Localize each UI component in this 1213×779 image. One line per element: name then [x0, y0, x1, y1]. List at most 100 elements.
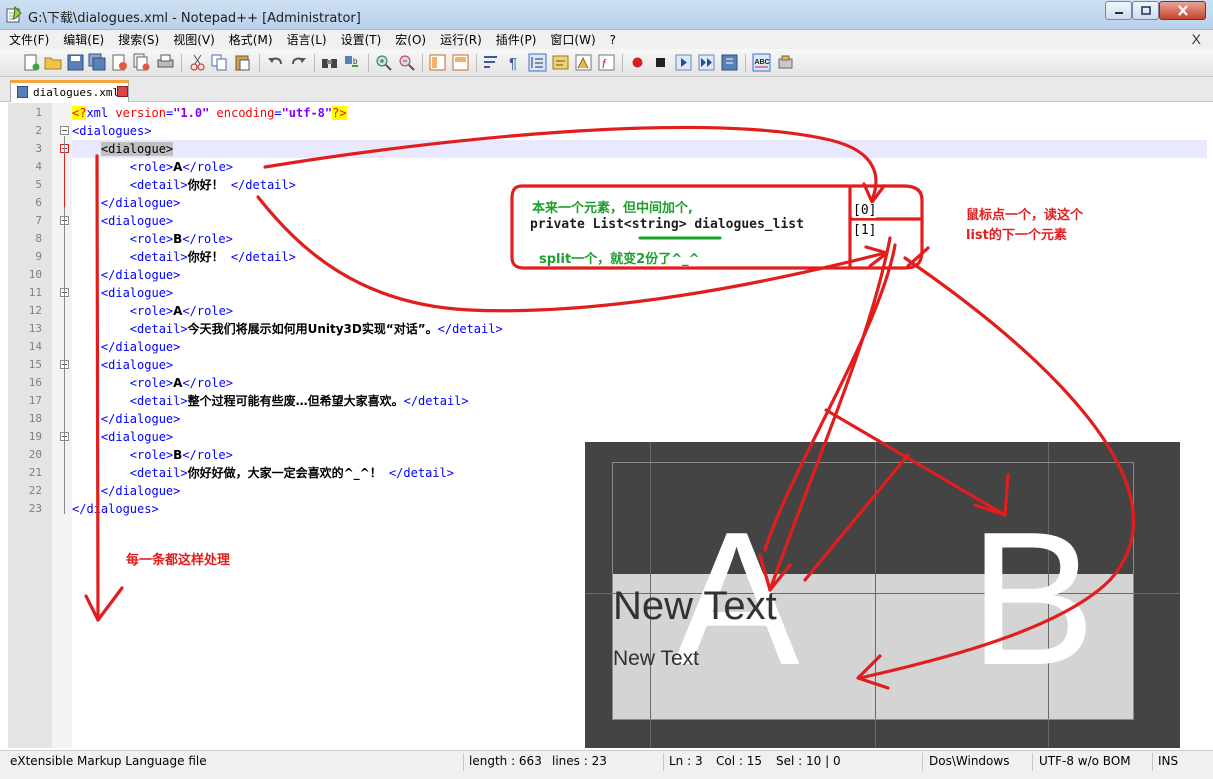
line-number: 20: [28, 448, 42, 461]
line-number: 16: [28, 376, 42, 389]
play-macro-icon[interactable]: [674, 53, 693, 72]
new-file-icon[interactable]: [22, 53, 41, 72]
status-encoding[interactable]: UTF-8 w/o BOM: [1039, 754, 1131, 768]
menu-format[interactable]: 格式(M): [229, 31, 273, 48]
tab-dialogues-xml[interactable]: dialogues.xml: [10, 80, 129, 102]
function-list-icon[interactable]: f: [597, 53, 616, 72]
code-line[interactable]: </dialogue>: [72, 266, 1207, 284]
undo-icon[interactable]: [266, 53, 285, 72]
code-token: "1.0": [173, 106, 210, 120]
print-icon[interactable]: [156, 53, 175, 72]
show-all-characters-icon[interactable]: ¶: [505, 53, 524, 72]
code-token: <dialogue>: [100, 358, 174, 372]
toolbar: b ¶ f ABC: [0, 49, 1213, 77]
replace-icon[interactable]: b: [343, 53, 362, 72]
user-language-icon[interactable]: [551, 53, 570, 72]
menu-run[interactable]: 运行(R): [440, 31, 482, 48]
code-token: <?: [72, 106, 87, 120]
indent-guide-icon[interactable]: [528, 53, 547, 72]
code-token: "utf-8": [281, 106, 333, 120]
menu-help[interactable]: ?: [610, 33, 616, 47]
maximize-button[interactable]: [1132, 1, 1159, 20]
spell-check-icon[interactable]: ABC: [752, 53, 771, 72]
save-all-icon[interactable]: [88, 53, 107, 72]
redo-icon[interactable]: [289, 53, 308, 72]
menu-window[interactable]: 窗口(W): [550, 31, 595, 48]
save-icon[interactable]: [66, 53, 85, 72]
code-token: <role>: [129, 160, 174, 174]
fold-margin: [52, 103, 72, 748]
copy-icon[interactable]: [210, 53, 229, 72]
code-line[interactable]: <detail>今天我们将展示如何用Unity3D实现“对话”。</detail…: [72, 320, 1207, 338]
menu-language[interactable]: 语言(L): [287, 31, 327, 48]
menu-search[interactable]: 搜索(S): [118, 31, 159, 48]
line-number: 13: [28, 322, 42, 335]
code-token: xml: [86, 106, 109, 120]
record-macro-icon[interactable]: [628, 53, 647, 72]
code-token: <dialogues>: [72, 124, 152, 138]
menu-bar: 文件(F) 编辑(E) 搜索(S) 视图(V) 格式(M) 语言(L) 设置(T…: [0, 30, 1213, 49]
minimize-icon: [1114, 11, 1123, 14]
paste-icon[interactable]: [233, 53, 252, 72]
close-file-icon[interactable]: [110, 53, 129, 72]
open-file-icon[interactable]: [44, 53, 63, 72]
code-token: 你好！: [187, 178, 224, 192]
minimize-button[interactable]: [1105, 1, 1132, 20]
close-all-icon[interactable]: [132, 53, 151, 72]
code-line[interactable]: <detail>整个过程可能有些废…但希望大家喜欢。</detail>: [72, 392, 1207, 410]
code-line[interactable]: <dialogues>: [72, 122, 1207, 140]
code-token: </detail>: [403, 394, 469, 408]
code-line[interactable]: <role>A</role>: [72, 302, 1207, 320]
status-insert-mode[interactable]: INS: [1158, 754, 1178, 768]
menu-view[interactable]: 视图(V): [173, 31, 215, 48]
tab-close-icon[interactable]: [117, 86, 128, 97]
menu-macro[interactable]: 宏(O): [395, 31, 426, 48]
zoom-in-icon[interactable]: [374, 53, 393, 72]
document-map-icon[interactable]: [574, 53, 593, 72]
menu-plugins[interactable]: 插件(P): [496, 31, 537, 48]
close-window-button[interactable]: [1159, 1, 1206, 20]
sync-horizontal-icon[interactable]: [451, 53, 470, 72]
code-line[interactable]: </dialogue>: [72, 410, 1207, 428]
code-line[interactable]: <?xml version="1.0" encoding="utf-8"?>: [72, 104, 1207, 122]
status-length: length : 663: [469, 754, 542, 768]
code-line[interactable]: <dialogue>: [72, 284, 1207, 302]
save-macro-icon[interactable]: [720, 53, 739, 72]
code-line[interactable]: <dialogue>: [72, 140, 1207, 158]
line-number: 4: [35, 160, 42, 173]
cut-icon[interactable]: [188, 53, 207, 72]
status-bar: eXtensible Markup Language file length :…: [0, 750, 1213, 779]
list-index-1: [1]: [853, 223, 877, 238]
menu-file[interactable]: 文件(F): [9, 31, 49, 48]
status-eol[interactable]: Dos\Windows: [929, 754, 1009, 768]
word-wrap-icon[interactable]: [482, 53, 501, 72]
line-number: 2: [35, 124, 42, 137]
code-token: <dialogue>: [100, 214, 174, 228]
menu-settings[interactable]: 设置(T): [341, 31, 382, 48]
fold-toggle-icon[interactable]: [60, 126, 69, 135]
stop-recording-icon[interactable]: [651, 53, 670, 72]
close-document-button[interactable]: X: [1192, 31, 1201, 47]
line-number: 8: [35, 232, 42, 245]
code-line[interactable]: <detail>你好！ </detail>: [72, 176, 1207, 194]
line-number: 15: [28, 358, 42, 371]
plugin-icon[interactable]: [776, 53, 795, 72]
annotation-note: 鼠标点一个，读这个: [966, 208, 1084, 223]
code-line[interactable]: </dialogue>: [72, 338, 1207, 356]
menu-edit[interactable]: 编辑(E): [63, 31, 104, 48]
code-line[interactable]: <dialogue>: [72, 356, 1207, 374]
code-line[interactable]: <role>A</role>: [72, 158, 1207, 176]
run-macro-multiple-icon[interactable]: [697, 53, 716, 72]
sync-vertical-icon[interactable]: [428, 53, 447, 72]
find-icon[interactable]: [320, 53, 339, 72]
zoom-out-icon[interactable]: [397, 53, 416, 72]
status-line-number: Ln : 3: [669, 754, 703, 768]
code-line[interactable]: <role>A</role>: [72, 374, 1207, 392]
